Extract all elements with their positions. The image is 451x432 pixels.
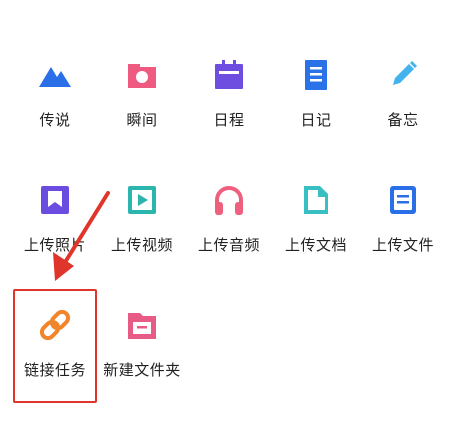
menu-item-label: 传说 — [39, 111, 71, 129]
menu-item-label: 备忘 — [387, 111, 419, 129]
folder-icon — [122, 305, 162, 345]
menu-item-label: 日记 — [300, 111, 332, 129]
menu-item-label: 上传视频 — [110, 236, 173, 254]
menu-item-link-task[interactable]: 链接任务 — [11, 305, 99, 405]
menu-item-label: 上传音频 — [197, 236, 260, 254]
create-menu-grid: 传说 瞬间 日程 日记 备忘 上传照片 上传视频 上传音频 上传文档 上传文件 … — [0, 0, 451, 432]
menu-item-diary[interactable]: 日记 — [272, 55, 360, 155]
menu-item-label: 上传文档 — [284, 236, 347, 254]
menu-item-label: 新建文件夹 — [103, 361, 181, 379]
menu-item-legend[interactable]: 传说 — [11, 55, 99, 155]
camera-frame-icon — [122, 55, 162, 95]
headphones-icon — [209, 180, 249, 220]
notebook-icon — [296, 55, 336, 95]
bookmark-frame-icon — [35, 180, 75, 220]
menu-item-label: 瞬间 — [126, 111, 158, 129]
menu-item-label: 上传文件 — [371, 236, 434, 254]
menu-item-moment[interactable]: 瞬间 — [98, 55, 186, 155]
menu-item-schedule[interactable]: 日程 — [185, 55, 273, 155]
menu-item-label: 上传照片 — [23, 236, 86, 254]
pencil-icon — [383, 55, 423, 95]
menu-item-memo[interactable]: 备忘 — [359, 55, 447, 155]
link-icon — [35, 305, 75, 345]
menu-item-upload-audio[interactable]: 上传音频 — [185, 180, 273, 280]
mountain-icon — [35, 55, 75, 95]
document-icon — [296, 180, 336, 220]
menu-item-new-folder[interactable]: 新建文件夹 — [98, 305, 186, 405]
calendar-icon — [209, 55, 249, 95]
menu-item-label: 日程 — [213, 111, 245, 129]
menu-item-upload-photo[interactable]: 上传照片 — [11, 180, 99, 280]
menu-item-upload-file[interactable]: 上传文件 — [359, 180, 447, 280]
menu-item-label: 链接任务 — [23, 361, 86, 379]
file-box-icon — [383, 180, 423, 220]
play-icon — [122, 180, 162, 220]
menu-item-upload-doc[interactable]: 上传文档 — [272, 180, 360, 280]
menu-item-upload-video[interactable]: 上传视频 — [98, 180, 186, 280]
